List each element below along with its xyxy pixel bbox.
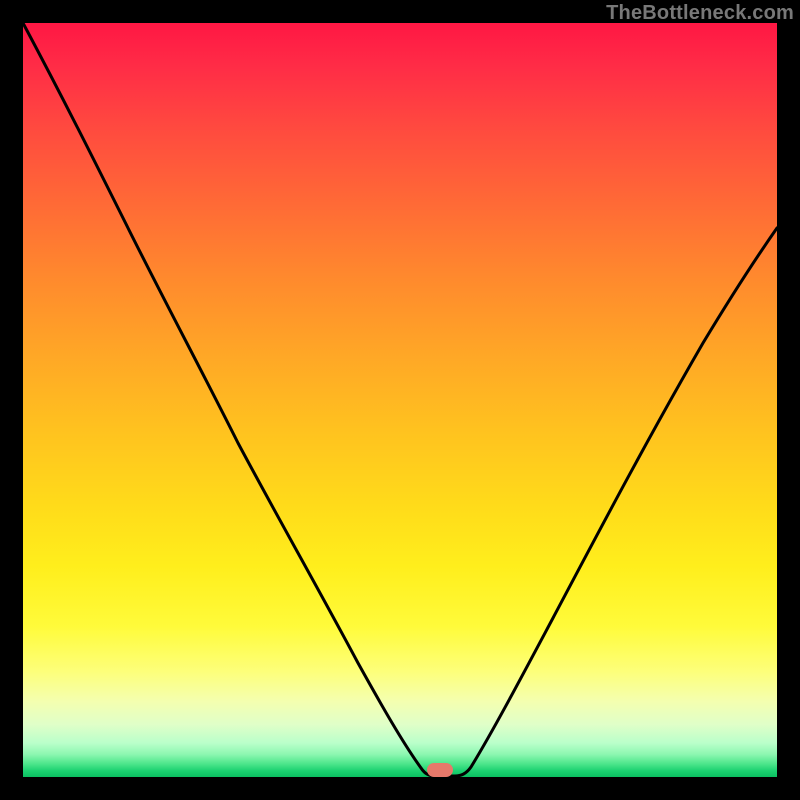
watermark-text: TheBottleneck.com — [606, 2, 794, 25]
bottleneck-curve — [23, 23, 777, 777]
optimum-marker — [427, 763, 453, 777]
chart-frame: TheBottleneck.com — [0, 0, 800, 800]
plot-area — [23, 23, 777, 777]
